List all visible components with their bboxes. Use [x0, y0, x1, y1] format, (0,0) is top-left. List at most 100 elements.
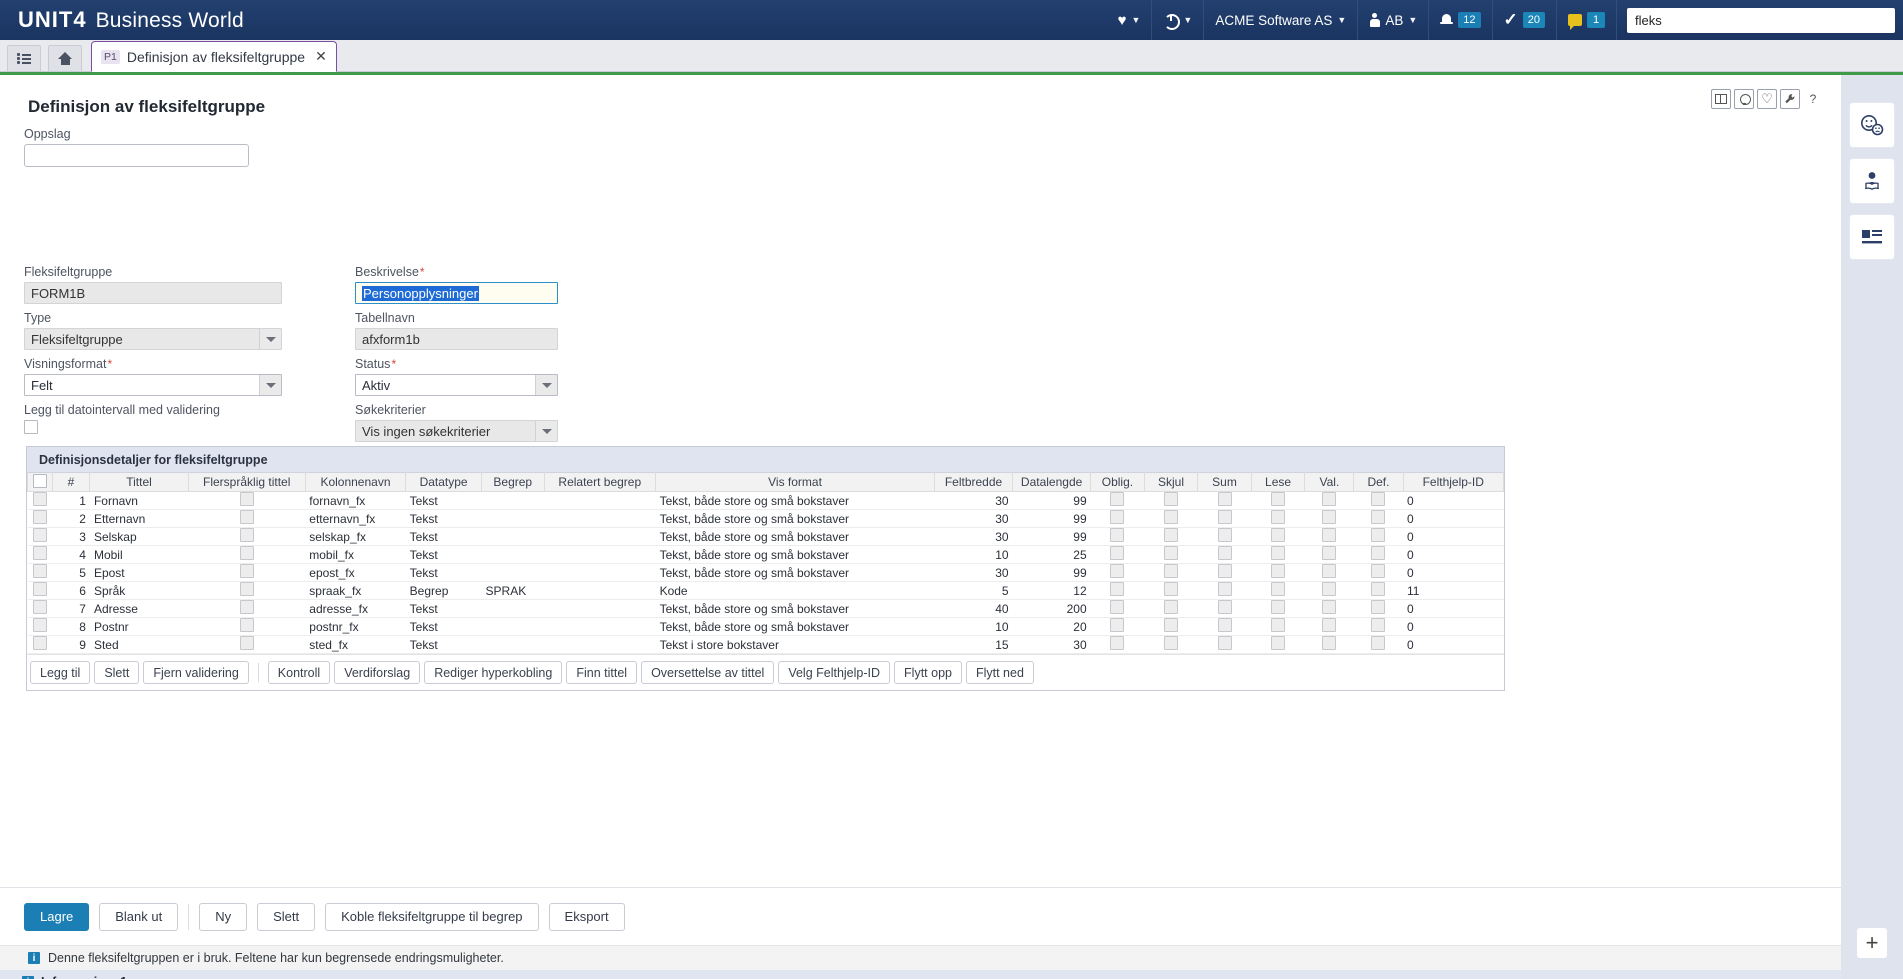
cell-flersprak-checkbox[interactable]	[239, 600, 254, 614]
row-select[interactable]	[27, 491, 53, 510]
cell-oblig[interactable]	[1090, 599, 1145, 618]
cell-val[interactable]	[1304, 599, 1354, 618]
cell-kolonnenavn[interactable]: postnr_fx	[305, 617, 406, 636]
cell-kolonnenavn[interactable]: mobil_fx	[305, 545, 406, 564]
cell-relatert-begrep[interactable]	[544, 545, 656, 564]
cell-oblig-checkbox[interactable]	[1110, 600, 1125, 614]
cell-sum[interactable]	[1197, 563, 1252, 582]
cell-tittel[interactable]: Postnr	[89, 617, 189, 636]
cell-feltbredde[interactable]: 10	[934, 617, 1013, 636]
cell-sum[interactable]	[1197, 581, 1252, 600]
cell-def-checkbox[interactable]	[1371, 582, 1386, 596]
cell-datalengde[interactable]: 99	[1012, 527, 1091, 546]
cell-begrep[interactable]	[481, 599, 544, 618]
cell-flersprak[interactable]	[188, 491, 306, 510]
cell-relatert-begrep[interactable]	[544, 635, 656, 654]
rediger-hyperkobling-button[interactable]: Rediger hyperkobling	[424, 661, 563, 684]
col-relatert-begrep[interactable]: Relatert begrep	[543, 472, 657, 492]
legg-til-button[interactable]: Legg til	[30, 661, 91, 684]
cell-flersprak[interactable]	[188, 527, 306, 546]
cell-val-checkbox[interactable]	[1322, 564, 1337, 578]
cell-feltbredde[interactable]: 30	[934, 509, 1013, 528]
rail-details-button[interactable]	[1850, 215, 1894, 259]
cell-begrep[interactable]	[481, 563, 544, 582]
cell-feltbredde[interactable]: 40	[934, 599, 1013, 618]
cell-vis-format[interactable]: Tekst, både store og små bokstaver	[655, 527, 935, 546]
lightbulb-icon[interactable]	[1734, 89, 1754, 109]
cell-def[interactable]	[1353, 545, 1403, 564]
row-select[interactable]	[27, 509, 53, 528]
row-select-checkbox[interactable]	[32, 636, 47, 650]
cell-datalengde[interactable]: 20	[1012, 617, 1091, 636]
cell-def-checkbox[interactable]	[1371, 510, 1386, 524]
row-select[interactable]	[27, 581, 53, 600]
cell-def[interactable]	[1353, 635, 1403, 654]
cell-tittel[interactable]: Fornavn	[89, 491, 189, 510]
col-lese[interactable]: Lese	[1250, 472, 1306, 492]
close-icon[interactable]: ✕	[315, 48, 327, 65]
cell-val[interactable]	[1304, 545, 1354, 564]
cell-def[interactable]	[1353, 581, 1403, 600]
cell-relatert-begrep[interactable]	[544, 491, 656, 510]
cell-datatype[interactable]: Tekst	[405, 599, 482, 618]
table-row[interactable]: 5 Epost epost_fx Tekst Tekst, både store og …	[27, 563, 1504, 582]
cell-lese[interactable]	[1251, 545, 1305, 564]
favourites-menu[interactable]: ▼	[1107, 0, 1152, 40]
chevron-down-icon[interactable]	[535, 375, 557, 395]
cell-datatype[interactable]: Tekst	[405, 617, 482, 636]
cell-relatert-begrep[interactable]	[544, 563, 656, 582]
cell-flersprak[interactable]	[188, 509, 306, 528]
velg-felthjelp-id-button[interactable]: Velg Felthjelp-ID	[778, 661, 891, 684]
col-feltbredde[interactable]: Feltbredde	[933, 472, 1014, 492]
cell-feltbredde[interactable]: 10	[934, 545, 1013, 564]
cell-val[interactable]	[1304, 635, 1354, 654]
col-kolonnenavn[interactable]: Kolonnenavn	[304, 472, 407, 492]
oversettelse-av-tittel-button[interactable]: Oversettelse av tittel	[641, 661, 775, 684]
cell-sum-checkbox[interactable]	[1217, 492, 1232, 506]
cell-skjul[interactable]	[1144, 491, 1198, 510]
cell-feltbredde[interactable]: 15	[934, 635, 1013, 654]
cell-skjul[interactable]	[1144, 599, 1198, 618]
cell-felthjelp-id[interactable]: 0	[1403, 545, 1504, 564]
cell-kolonnenavn[interactable]: epost_fx	[305, 563, 406, 582]
cell-sum[interactable]	[1197, 599, 1252, 618]
cell-lese-checkbox[interactable]	[1271, 636, 1286, 650]
cell-kolonnenavn[interactable]: adresse_fx	[305, 599, 406, 618]
cell-begrep[interactable]: SPRAK	[481, 581, 544, 600]
cell-vis-format[interactable]: Tekst i store bokstaver	[655, 635, 935, 654]
rail-feedback-button[interactable]	[1850, 103, 1894, 147]
cell-begrep[interactable]	[481, 509, 544, 528]
col-flersprak[interactable]: Flerspråklig tittel	[187, 472, 306, 492]
cell-felthjelp-id[interactable]: 0	[1403, 509, 1504, 528]
cell-relatert-begrep[interactable]	[544, 599, 656, 618]
row-select-checkbox[interactable]	[32, 582, 47, 596]
cell-vis-format[interactable]: Tekst, både store og små bokstaver	[655, 599, 935, 618]
cell-val-checkbox[interactable]	[1322, 528, 1337, 542]
search-input[interactable]	[1627, 7, 1895, 33]
cell-val-checkbox[interactable]	[1322, 510, 1337, 524]
cell-def[interactable]	[1353, 509, 1403, 528]
col-number[interactable]: #	[51, 472, 91, 492]
cell-val[interactable]	[1304, 617, 1354, 636]
cell-lese[interactable]	[1251, 563, 1305, 582]
kontroll-button[interactable]: Kontroll	[267, 661, 331, 684]
row-select[interactable]	[27, 545, 53, 564]
cell-skjul[interactable]	[1144, 509, 1198, 528]
cell-lese-checkbox[interactable]	[1271, 528, 1286, 542]
cell-lese[interactable]	[1251, 599, 1305, 618]
cell-val-checkbox[interactable]	[1322, 636, 1337, 650]
table-row[interactable]: 1 Fornavn fornavn_fx Tekst Tekst, både store…	[27, 491, 1504, 510]
cell-lese[interactable]	[1251, 527, 1305, 546]
cell-def[interactable]	[1353, 599, 1403, 618]
cell-relatert-begrep[interactable]	[544, 617, 656, 636]
cell-relatert-begrep[interactable]	[544, 581, 656, 600]
cell-kolonnenavn[interactable]: selskap_fx	[305, 527, 406, 546]
cell-flersprak-checkbox[interactable]	[239, 618, 254, 632]
cell-tittel[interactable]: Sted	[89, 635, 189, 654]
cell-flersprak[interactable]	[188, 563, 306, 582]
status-select[interactable]	[355, 374, 558, 396]
row-select[interactable]	[27, 527, 53, 546]
cell-datatype[interactable]: Tekst	[405, 545, 482, 564]
cell-vis-format[interactable]: Tekst, både store og små bokstaver	[655, 563, 935, 582]
cell-datatype[interactable]: Tekst	[405, 527, 482, 546]
